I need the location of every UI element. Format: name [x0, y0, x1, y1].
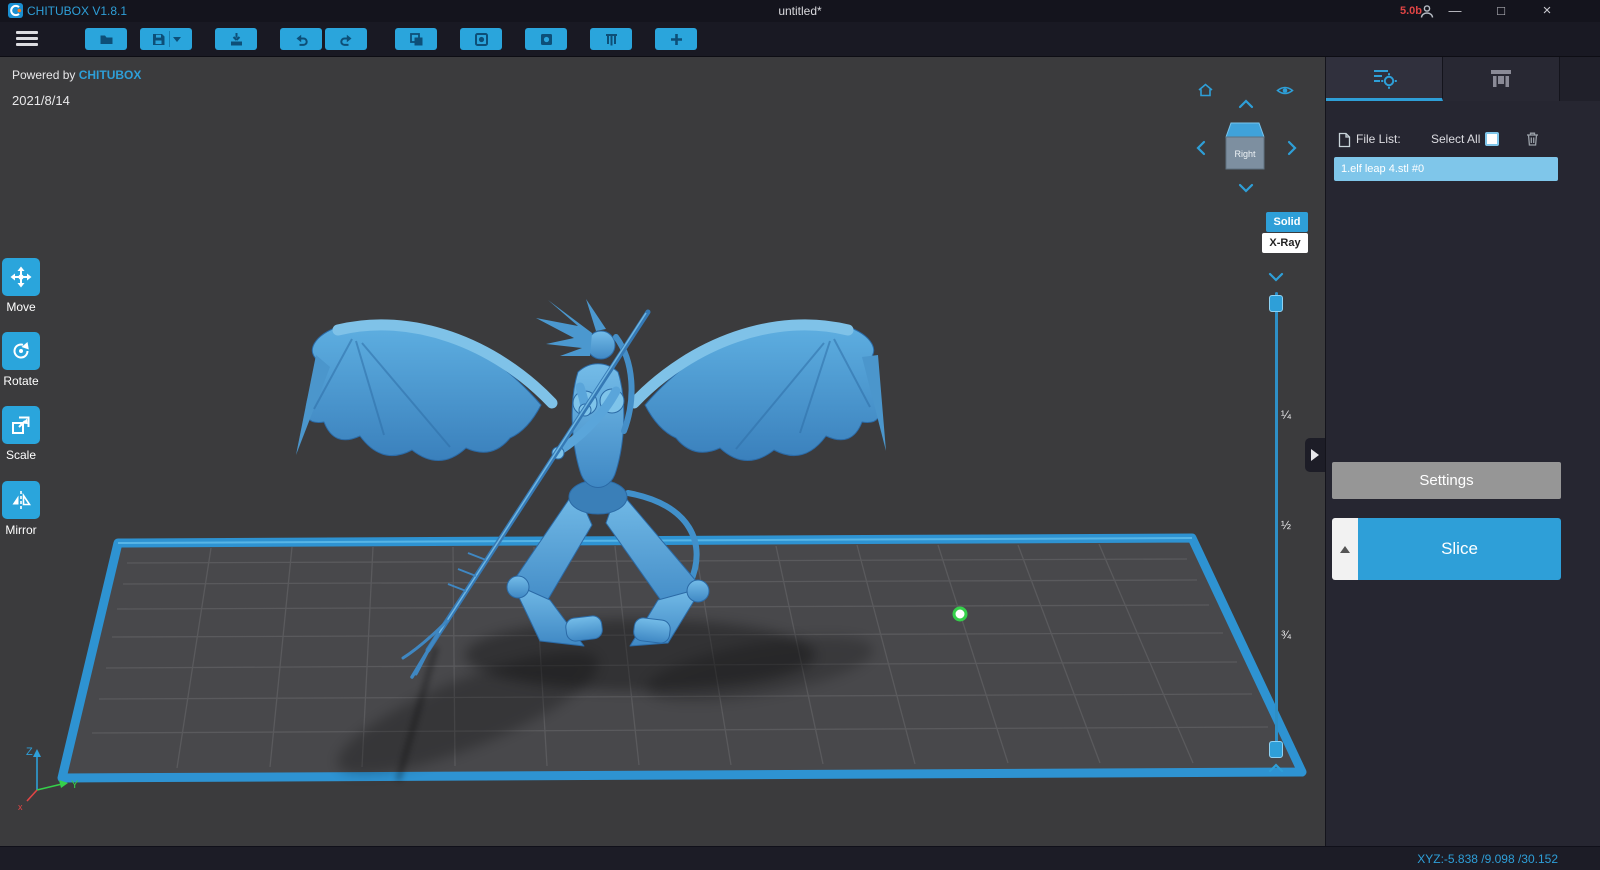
toolbar-hollow-button[interactable]	[460, 28, 502, 50]
repair-icon	[670, 33, 682, 45]
chitubox-window: CHITUBOX V1.8.1 untitled* 5.0b — □ × Z Y…	[0, 0, 1600, 870]
rotate-tool-label: Rotate	[3, 374, 39, 388]
hollow-icon	[474, 32, 488, 46]
toolbar-repair-button[interactable]	[655, 28, 697, 50]
triangle-right-icon	[1311, 449, 1319, 461]
mirror-icon	[12, 491, 31, 509]
toolbar-dig-hole-button[interactable]	[525, 28, 567, 50]
panel-collapse-handle[interactable]	[1305, 438, 1325, 472]
toolbar-redo-button[interactable]	[325, 28, 367, 50]
scene-canvas: Z Y x	[18, 299, 1307, 812]
slider-tick-quarter: ¼	[1281, 408, 1292, 422]
undo-icon	[296, 34, 308, 46]
layer-slider-track[interactable]	[1275, 292, 1278, 758]
delete-files-trash-icon[interactable]	[1525, 131, 1540, 147]
visibility-eye-icon[interactable]	[1276, 84, 1294, 97]
select-all-checkbox[interactable]	[1485, 132, 1499, 146]
file-list-label: File List:	[1356, 132, 1401, 146]
file-list-header: File List: Select All	[1326, 130, 1600, 150]
tab-slice-settings[interactable]	[1326, 57, 1443, 101]
rotate-tool-button[interactable]	[2, 332, 40, 370]
scale-icon	[12, 416, 30, 434]
settings-button[interactable]: Settings	[1332, 462, 1561, 499]
slider-collapse-icon[interactable]	[1268, 272, 1284, 282]
divider	[169, 31, 170, 47]
printer-icon	[1491, 70, 1511, 87]
rotate-view-right-icon[interactable]	[1287, 140, 1297, 156]
main-toolbar	[0, 22, 1600, 57]
rotate-view-up-icon[interactable]	[1238, 99, 1254, 109]
rotate-view-left-icon[interactable]	[1196, 140, 1206, 156]
slider-tick-three-quarter: ¾	[1281, 628, 1292, 642]
layer-slider-handle-top[interactable]	[1269, 295, 1283, 312]
axis-x-label: x	[18, 802, 23, 812]
axis-z-label: Z	[26, 746, 33, 758]
home-view-icon[interactable]	[1197, 82, 1214, 98]
render-mode-xray-button[interactable]: X-Ray	[1262, 233, 1308, 253]
slider-expand-icon[interactable]	[1268, 763, 1284, 773]
version-badge: 5.0b	[1400, 5, 1423, 17]
wing-left	[305, 320, 542, 461]
save-file-icon	[153, 33, 165, 45]
file-list-item[interactable]: 1.elf leap 4.stl #0	[1334, 157, 1558, 181]
viewport-3d[interactable]: Z Y x Powered by CHITUBOX 2021/8/14 Move…	[0, 57, 1325, 846]
move-tool-button[interactable]	[2, 258, 40, 296]
select-all-label: Select All	[1431, 132, 1481, 146]
plate-marker	[952, 606, 968, 622]
user-account-icon[interactable]	[1420, 4, 1434, 19]
watermark-brand: CHITUBOX	[78, 68, 142, 82]
slice-expander-button[interactable]	[1332, 518, 1358, 580]
move-icon	[10, 266, 32, 288]
rotate-view-down-icon[interactable]	[1238, 183, 1254, 193]
date-label: 2021/8/14	[12, 93, 70, 108]
mirror-tool-label: Mirror	[5, 523, 37, 537]
scale-tool-button[interactable]	[2, 406, 40, 444]
rotate-icon	[13, 342, 29, 359]
slice-settings-icon	[1374, 69, 1397, 89]
toolbar-auto-layout-button[interactable]	[590, 28, 632, 50]
file-icon	[1338, 132, 1351, 148]
render-mode-solid-button[interactable]: Solid	[1266, 212, 1308, 232]
tab-printer[interactable]	[1443, 57, 1560, 101]
toolbar-import-button[interactable]	[215, 28, 257, 50]
toolbar-clone-button[interactable]	[395, 28, 437, 50]
slider-tick-half: ½	[1281, 518, 1292, 532]
nav-cube-face-label: Right	[1234, 149, 1256, 159]
import-model-icon	[230, 32, 242, 45]
layer-slider-handle-bottom[interactable]	[1269, 741, 1283, 758]
close-button[interactable]: ×	[1530, 0, 1564, 22]
right-panel: File List: Select All 1.elf leap 4.stl #…	[1325, 57, 1600, 846]
toolbar-save-button[interactable]	[140, 28, 192, 50]
document-title: untitled*	[778, 4, 822, 18]
dig-hole-icon	[540, 33, 552, 45]
minimize-button[interactable]: —	[1438, 0, 1472, 22]
maximize-button[interactable]: □	[1484, 0, 1518, 22]
status-bar: XYZ:-5.838 /9.098 /30.152	[0, 846, 1600, 870]
axis-y-label: Y	[71, 779, 79, 791]
open-file-icon	[100, 35, 112, 44]
auto-layout-icon	[605, 33, 617, 45]
clone-icon	[409, 32, 422, 45]
wing-right	[644, 320, 881, 461]
move-tool-label: Move	[6, 300, 36, 314]
mirror-tool-button[interactable]	[2, 481, 40, 519]
save-dropdown-caret-icon[interactable]	[173, 36, 181, 42]
toolbar-undo-button[interactable]	[280, 28, 322, 50]
slice-button[interactable]: Slice	[1358, 518, 1561, 580]
view-navigation-cube[interactable]: Right	[1222, 117, 1268, 173]
panel-tabs	[1326, 57, 1600, 101]
menu-button[interactable]	[16, 31, 38, 47]
model-torso	[571, 363, 625, 488]
model-hair	[536, 300, 592, 356]
triangle-up-icon	[1340, 545, 1350, 553]
toolbar-open-button[interactable]	[85, 28, 127, 50]
scale-tool-label: Scale	[5, 448, 37, 462]
titlebar: CHITUBOX V1.8.1 untitled* 5.0b — □ ×	[0, 0, 1600, 22]
watermark: Powered by CHITUBOX	[12, 68, 142, 82]
cursor-coordinates: XYZ:-5.838 /9.098 /30.152	[1417, 851, 1558, 866]
redo-icon	[339, 34, 351, 46]
